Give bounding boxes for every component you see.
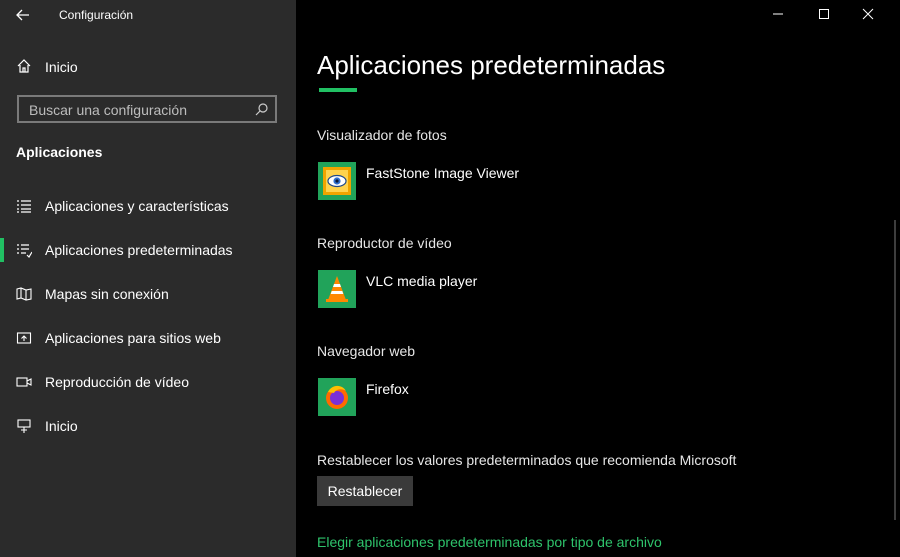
search-input[interactable]	[27, 100, 251, 120]
section-title: Aplicaciones	[16, 144, 103, 160]
sidebar-item-label: Aplicaciones y características	[45, 198, 229, 214]
choose-by-file-type-link[interactable]: Elegir aplicaciones predeterminadas por …	[317, 534, 662, 550]
maximize-icon[interactable]	[812, 4, 836, 24]
sidebar-item-video-playback[interactable]: Reproducción de vídeo	[0, 364, 296, 400]
title-accent-bar	[319, 88, 357, 92]
sidebar-item-apps-features[interactable]: Aplicaciones y características	[0, 188, 296, 224]
reset-description: Restablecer los valores predeterminados …	[317, 452, 737, 468]
web-browser-app-button[interactable]: Firefox	[318, 378, 718, 418]
video-player-label: Reproductor de vídeo	[317, 235, 452, 251]
sidebar: Configuración Inicio Aplicaciones Aplica…	[0, 0, 296, 557]
web-browser-app-name: Firefox	[366, 381, 409, 397]
back-arrow-icon[interactable]	[14, 6, 32, 24]
web-apps-icon	[16, 330, 32, 351]
home-icon	[16, 58, 32, 79]
map-icon	[16, 286, 32, 307]
web-browser-label: Navegador web	[317, 343, 416, 359]
close-icon[interactable]	[856, 4, 880, 24]
title-bar: Configuración	[0, 0, 296, 30]
faststone-eye-icon	[318, 162, 356, 200]
vlc-cone-icon	[318, 270, 356, 308]
photo-viewer-app-button[interactable]: FastStone Image Viewer	[318, 162, 718, 202]
startup-icon	[16, 418, 32, 439]
sidebar-item-label: Reproducción de vídeo	[45, 374, 189, 390]
page-title: Aplicaciones predeterminadas	[317, 50, 666, 80]
window-title: Configuración	[59, 8, 134, 22]
sidebar-item-startup[interactable]: Inicio	[0, 408, 296, 444]
search-box[interactable]	[17, 95, 277, 123]
list-icon	[16, 198, 32, 219]
photo-viewer-app-name: FastStone Image Viewer	[366, 165, 520, 181]
video-player-app-name: VLC media player	[366, 273, 478, 289]
photo-viewer-label: Visualizador de fotos	[317, 127, 447, 143]
sidebar-item-label: Aplicaciones predeterminadas	[45, 242, 233, 258]
home-label: Inicio	[45, 59, 78, 75]
video-icon	[16, 374, 32, 395]
sidebar-item-default-apps[interactable]: Aplicaciones predeterminadas	[0, 232, 296, 268]
video-player-app-button[interactable]: VLC media player	[318, 270, 718, 310]
scrollbar[interactable]	[894, 220, 896, 520]
home-link[interactable]: Inicio	[0, 52, 296, 82]
sidebar-item-web-apps[interactable]: Aplicaciones para sitios web	[0, 320, 296, 356]
default-apps-icon	[16, 242, 33, 263]
window-controls	[760, 0, 900, 30]
search-icon[interactable]	[255, 102, 269, 121]
minimize-icon[interactable]	[766, 4, 790, 24]
reset-button[interactable]: Restablecer	[317, 476, 413, 506]
firefox-icon	[318, 378, 356, 416]
sidebar-item-label: Mapas sin conexión	[45, 286, 169, 302]
sidebar-item-label: Aplicaciones para sitios web	[45, 330, 221, 346]
sidebar-item-label: Inicio	[45, 418, 78, 434]
sidebar-item-offline-maps[interactable]: Mapas sin conexión	[0, 276, 296, 312]
